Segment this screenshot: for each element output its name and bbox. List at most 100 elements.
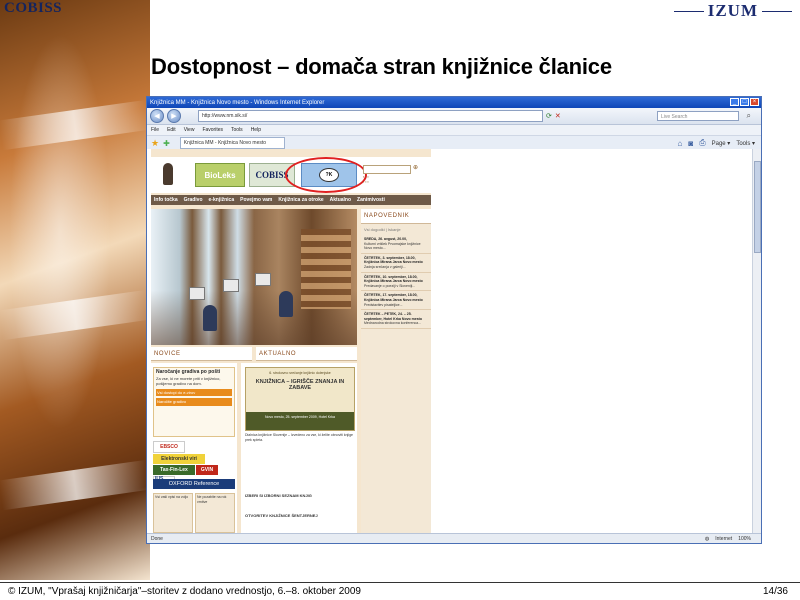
menu-favorites[interactable]: Favorites bbox=[202, 127, 223, 133]
nav-zanimivosti[interactable]: Zanimivosti bbox=[357, 197, 385, 203]
nav-e-knjiznica[interactable]: e-knjižnica bbox=[209, 197, 235, 203]
tab-current[interactable]: Knjižnica MM - Knjižnica Novo mesto bbox=[179, 137, 285, 149]
promo-strip: Novo mesto, 25. september 2009, Hotel Kr… bbox=[246, 412, 354, 430]
napovednik-filter[interactable]: Vsi dogodki | Iskanje bbox=[361, 224, 431, 235]
aktualno-headline[interactable]: OTVORITEV KNJIŽNICE ŠENTJERNEJ bbox=[245, 513, 353, 518]
ad-body: Za vse, ki ne morete priti v knjižnico, … bbox=[156, 375, 221, 387]
person bbox=[279, 291, 293, 317]
promo-title: KNJIŽNICA – IGRIŠČE ZNANJA IN ZABAVE bbox=[255, 379, 345, 391]
aktualno-headline[interactable]: IZBERI SI IZBORNI SEZNAM KNJIG bbox=[245, 493, 353, 498]
menu-help[interactable]: Help bbox=[251, 127, 261, 133]
menu-file[interactable]: File bbox=[151, 127, 159, 133]
site-search-input[interactable] bbox=[363, 165, 411, 174]
event-head: ČETRTEK, 10. september, 18.00, Knjižnica… bbox=[364, 274, 423, 284]
menu-bar: File Edit View Favorites Tools Help bbox=[147, 125, 761, 136]
izum-logo: IZUM bbox=[673, 1, 792, 21]
novice-header: NOVICE bbox=[151, 347, 252, 361]
info-box[interactable]: Ne pozabite na rok vrnitve bbox=[195, 493, 235, 533]
highlight-oval bbox=[285, 157, 367, 193]
vertical-scrollbar[interactable] bbox=[752, 149, 761, 535]
search-icon[interactable]: ⌕ bbox=[747, 111, 751, 121]
aktualno-header: AKTUALNO bbox=[256, 347, 357, 361]
home-icon[interactable]: ⌂ bbox=[678, 139, 683, 148]
aktualno-text[interactable]: Dialnica knjižnice Slovenije – Izvedeno … bbox=[245, 433, 353, 442]
stop-icon[interactable]: ✕ bbox=[555, 112, 561, 120]
eresources-button[interactable]: Vsi dostopi do e-virov bbox=[156, 388, 232, 396]
zoom-level[interactable]: 100% bbox=[738, 536, 751, 542]
biolexis-banner[interactable]: BioLeks bbox=[195, 163, 245, 187]
event-body: Kulturni vrtiček Prvomajske knjižnice No… bbox=[364, 241, 421, 251]
eviri-logo[interactable]: Elektronski viri bbox=[153, 454, 205, 464]
search-input[interactable]: Live Search bbox=[657, 111, 739, 121]
menu-edit[interactable]: Edit bbox=[167, 127, 176, 133]
promo-top: 6. strokovno srečanje knjižnic dolenjske bbox=[269, 371, 331, 375]
logo-figure bbox=[163, 163, 173, 185]
library-reading-room-photo bbox=[151, 209, 357, 345]
list-item[interactable]: ČETRTEK, 3. september, 18.00, Knjižnica … bbox=[361, 254, 431, 273]
maximize-icon[interactable]: □ bbox=[740, 98, 749, 106]
library-website: BioLeks COBISS ?K ⊕ ▪ ▪ ▪ ▪ ▪ ▪ Info točk… bbox=[151, 149, 431, 535]
print-icon[interactable]: ⎙ bbox=[699, 138, 705, 148]
list-item[interactable]: ČETRTEK, 17. september, 18.00, Knjižnica… bbox=[361, 291, 431, 311]
gvin-logo[interactable]: GVIN bbox=[196, 465, 218, 475]
command-bar: ⌂ ◙ ⎙ Page ▾ Tools ▾ bbox=[678, 138, 755, 148]
order-button[interactable]: Naročite gradivo bbox=[156, 398, 232, 406]
site-search-icon[interactable]: ⊕ bbox=[413, 164, 418, 171]
info-box[interactable]: Vsi vaši vpisi na voljo bbox=[153, 493, 193, 533]
slide-title: Dostopnost – domača stran knjižnice član… bbox=[151, 54, 612, 79]
page-number: 14/36 bbox=[762, 586, 788, 597]
napovednik-panel: NAPOVEDNIK Vsi dogodki | Iskanje SREDA, … bbox=[361, 209, 431, 535]
minimize-icon[interactable]: _ bbox=[730, 98, 739, 106]
nav-povejmo-vam[interactable]: Povejmo vam bbox=[240, 197, 272, 203]
tools-menu[interactable]: Tools ▾ bbox=[736, 140, 755, 147]
ebsco-logo[interactable]: EBSCO bbox=[153, 441, 185, 453]
event-head: ČETRTEK – PETEK, 24. – 25. september, Ho… bbox=[364, 312, 422, 321]
menu-view[interactable]: View bbox=[184, 127, 195, 133]
nav-aktualno[interactable]: Aktualno bbox=[330, 197, 351, 203]
address-bar: ◀ ▶ http://www.nm.sik.si/ ⟳ ✕ Live Searc… bbox=[147, 108, 761, 125]
feeds-icon[interactable]: ◙ bbox=[688, 139, 693, 148]
nav-info-tocka[interactable]: Info točka bbox=[154, 197, 178, 203]
page-viewport: BioLeks COBISS ?K ⊕ ▪ ▪ ▪ ▪ ▪ ▪ Info točk… bbox=[147, 149, 761, 535]
conference-promo[interactable]: 6. strokovno srečanje knjižnic dolenjske… bbox=[245, 367, 355, 431]
forward-arrow-icon[interactable]: ▶ bbox=[167, 109, 181, 123]
nav-knjiznica-za-otroke[interactable]: Knjižnica za otroke bbox=[278, 197, 323, 203]
section-headers: NOVICE AKTUALNO bbox=[151, 347, 357, 361]
close-icon[interactable]: × bbox=[750, 98, 759, 106]
event-body: Mednarodna strokovna konferenca... bbox=[364, 321, 422, 326]
mail-order-ad[interactable]: Naročanje gradiva po pošti Za vse, ki ne… bbox=[153, 367, 235, 437]
taxfinlex-logo[interactable]: Tax-Fin-Lex bbox=[153, 465, 195, 475]
list-item[interactable]: ČETRTEK – PETEK, 24. – 25. september, Ho… bbox=[361, 310, 431, 329]
globe-icon: ◍ bbox=[704, 535, 710, 542]
refresh-icon[interactable]: ⟳ bbox=[546, 112, 552, 120]
library-logo[interactable] bbox=[155, 159, 191, 189]
event-body: Zadnja srečanja v galeriji... bbox=[364, 264, 406, 269]
url-input[interactable]: http://www.nm.sik.si/ bbox=[198, 110, 543, 122]
nav-gradivo[interactable]: Gradivo bbox=[184, 197, 203, 203]
favorites-star-icon[interactable]: ★ bbox=[151, 138, 159, 149]
person bbox=[203, 305, 217, 331]
bookshelf bbox=[301, 229, 351, 309]
page-menu[interactable]: Page ▾ bbox=[712, 140, 731, 147]
add-favorites-icon[interactable]: ✚ bbox=[163, 139, 170, 148]
izum-logo-text: IZUM bbox=[707, 1, 758, 20]
status-text: Done bbox=[151, 535, 163, 542]
site-quick-links[interactable]: ▪ ▪ ▪ ▪ ▪ ▪ bbox=[363, 175, 369, 185]
scrollbar-thumb[interactable] bbox=[754, 161, 761, 253]
browser-titlebar: Knjižnica MM - Knjižnica Novo mesto - Wi… bbox=[147, 97, 761, 108]
list-item[interactable]: SREDA, 26. avgust, 20.00, Kulturni vrtiče… bbox=[361, 235, 431, 254]
browser-window: Knjižnica MM - Knjižnica Novo mesto - Wi… bbox=[146, 96, 762, 544]
menu-tools[interactable]: Tools bbox=[231, 127, 243, 133]
light-flare bbox=[0, 289, 152, 341]
event-body: Predavanje o poeziji v Sloveniji... bbox=[364, 283, 416, 288]
back-arrow-icon[interactable]: ◀ bbox=[150, 109, 164, 123]
light-flare bbox=[0, 99, 152, 151]
slide-footer: © IZUM, "Vprašaj knjižničarja"–storitev … bbox=[0, 583, 800, 600]
oxford-reference-logo[interactable]: OXFORD Reference bbox=[153, 479, 235, 489]
list-item[interactable]: ČETRTEK, 10. september, 18.00, Knjižnica… bbox=[361, 273, 431, 292]
napovednik-title: NAPOVEDNIK bbox=[361, 209, 431, 224]
aktualno-column: 6. strokovno srečanje knjižnic dolenjske… bbox=[241, 363, 357, 535]
database-logos: EBSCO Elektronski viri Tax-Fin-Lex GVIN … bbox=[153, 441, 235, 488]
event-head: ČETRTEK, 3. september, 18.00, Knjižnica … bbox=[364, 255, 423, 265]
light-flare bbox=[0, 459, 152, 511]
